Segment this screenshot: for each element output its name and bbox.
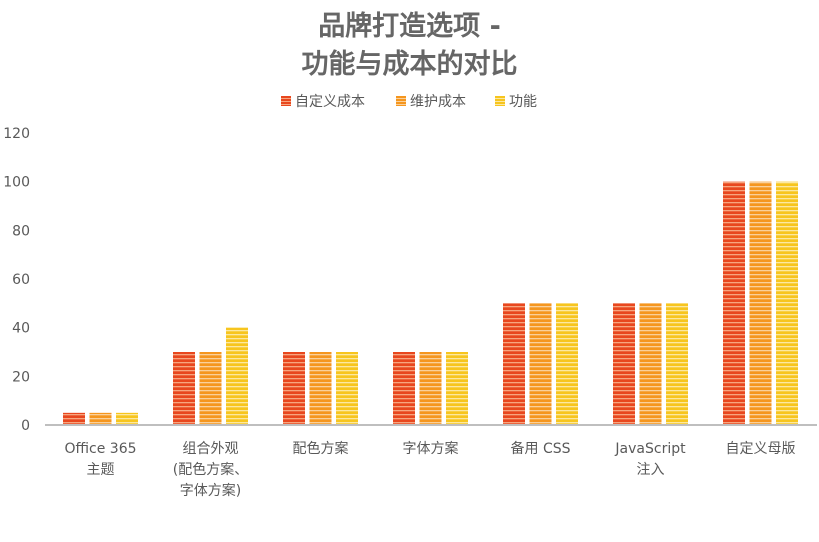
bar [336, 352, 358, 425]
bar [283, 352, 305, 425]
x-tick-label: 自定义母版 [726, 441, 796, 457]
bar [63, 412, 85, 425]
y-tick-label: 80 [12, 223, 30, 239]
y-tick-label: 60 [12, 272, 30, 288]
bar [393, 352, 415, 425]
y-tick-label: 120 [3, 126, 30, 142]
bar [503, 303, 525, 425]
bar [89, 412, 112, 425]
bar [446, 352, 468, 425]
bar [309, 352, 332, 425]
bars [63, 181, 798, 425]
x-tick-label: 配色方案 [293, 440, 349, 457]
bar [226, 327, 248, 425]
bar [639, 303, 662, 425]
bar [666, 303, 688, 425]
x-tick-label: Office 365 主题 [64, 441, 136, 478]
bar [419, 352, 442, 425]
bar [173, 352, 195, 425]
bar [776, 181, 798, 425]
bar [613, 303, 635, 425]
y-tick-label: 100 [3, 175, 30, 191]
x-axis-labels: Office 365 主题组合外观(配色方案、字体方案) 配色方案 字体方案 备用 CS… [64, 440, 795, 499]
x-tick-label: 字体方案 [403, 440, 459, 457]
x-tick-label: 组合外观(配色方案、字体方案) [173, 441, 248, 499]
bar [749, 181, 772, 425]
bar-chart: 0 20 40 60 80 100 120 Office 365 主题组合外观(配色方案、字体… [3, 126, 817, 499]
bar [556, 303, 578, 425]
bar [116, 412, 138, 425]
y-axis: 0 20 40 60 80 100 120 [3, 126, 30, 434]
x-tick-label: JavaScript 注入 [614, 441, 686, 478]
bar [529, 303, 552, 425]
y-tick-label: 0 [21, 418, 30, 434]
y-tick-label: 20 [12, 369, 30, 385]
y-tick-label: 40 [12, 321, 30, 337]
bar [723, 181, 745, 425]
bar [199, 352, 222, 425]
x-tick-label: 备用 CSS [511, 440, 571, 457]
